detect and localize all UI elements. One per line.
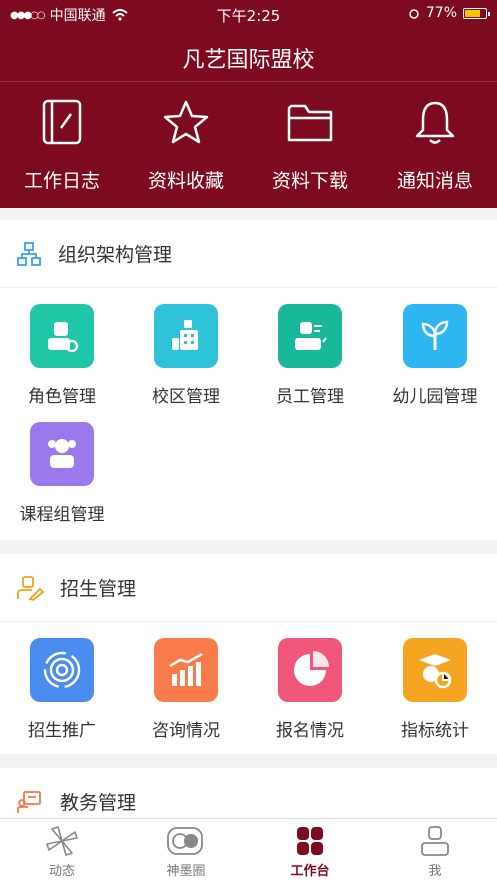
teaching-icon <box>17 790 41 813</box>
tile-role-management[interactable]: 角色管理 <box>0 304 124 407</box>
app-header: 凡艺国际盟校 工作日志 资料收藏 资料下载 通知消息 <box>0 28 497 208</box>
bar-trend-icon <box>154 638 218 702</box>
status-bar: ●●●○○ 中国联通 下午2:25 77% <box>0 0 497 28</box>
tile-employee-management[interactable]: 员工管理 <box>248 304 372 407</box>
tile-label: 角色管理 <box>28 387 96 407</box>
tile-registration-status[interactable]: 报名情况 <box>248 638 372 741</box>
tile-label: 招生推广 <box>28 721 96 741</box>
tile-consultation-status[interactable]: 咨询情况 <box>124 638 248 741</box>
section-title: 教务管理 <box>60 792 137 814</box>
quick-label: 资料收藏 <box>147 170 224 192</box>
section-title: 招生管理 <box>60 578 137 600</box>
tile-label: 幼儿园管理 <box>392 387 478 407</box>
circle-toggle-icon <box>167 827 203 855</box>
tile-indicator-statistics[interactable]: 指标统计 <box>373 638 497 741</box>
sprout-icon <box>403 304 467 368</box>
tab-label: 神墨圈 <box>166 864 206 879</box>
graduate-icon <box>403 638 467 702</box>
section-header: 招生管理 <box>0 554 497 622</box>
tile-label: 指标统计 <box>401 721 469 741</box>
tile-label: 校区管理 <box>152 387 220 407</box>
pie-icon <box>278 638 342 702</box>
role-icon <box>30 304 94 368</box>
profile-icon <box>421 826 449 856</box>
quick-label: 通知消息 <box>396 170 473 192</box>
folder-icon <box>287 104 333 142</box>
campus-icon <box>154 304 218 368</box>
tile-label: 员工管理 <box>276 387 344 407</box>
tab-feed[interactable]: 动态 <box>0 825 124 879</box>
page-title: 凡艺国际盟校 <box>182 48 315 73</box>
tile-enrollment-promotion[interactable]: 招生推广 <box>0 638 124 741</box>
tile-label: 课程组管理 <box>19 505 105 525</box>
tab-circle[interactable]: 神墨圈 <box>124 825 248 879</box>
course-group-icon <box>30 422 94 486</box>
tab-workbench[interactable]: 工作台 <box>248 825 372 879</box>
quick-label: 工作日志 <box>23 170 100 192</box>
quick-downloads[interactable]: 资料下载 <box>248 98 372 193</box>
battery-percent: 77% <box>425 5 457 21</box>
quick-label: 资料下载 <box>271 170 348 192</box>
org-chart-icon <box>17 241 41 266</box>
target-icon <box>30 638 94 702</box>
tab-label: 我 <box>428 864 442 879</box>
alarm-icon <box>409 9 419 19</box>
tile-campus-management[interactable]: 校区管理 <box>124 304 248 407</box>
quick-notifications[interactable]: 通知消息 <box>373 98 497 193</box>
tab-label: 工作台 <box>290 864 330 879</box>
tile-label: 咨询情况 <box>152 721 220 741</box>
battery-icon <box>463 7 490 19</box>
quick-work-log[interactable]: 工作日志 <box>0 98 124 193</box>
tab-me[interactable]: 我 <box>373 825 497 879</box>
section-title: 组织架构管理 <box>58 244 173 266</box>
tab-bar: 动态 神墨圈 工作台 我 <box>0 818 497 883</box>
tile-course-group-management[interactable]: 课程组管理 <box>0 422 124 525</box>
person-edit-icon <box>17 575 44 601</box>
quick-favorites[interactable]: 资料收藏 <box>124 98 248 193</box>
pinwheel-icon <box>46 826 78 856</box>
tile-label: 报名情况 <box>276 721 344 741</box>
tab-label: 动态 <box>48 864 75 879</box>
tile-kindergarten-management[interactable]: 幼儿园管理 <box>373 304 497 407</box>
employee-icon <box>278 304 342 368</box>
header-divider <box>0 81 497 82</box>
grid-icon <box>297 827 323 855</box>
section-header: 组织架构管理 <box>0 220 497 288</box>
section-enrollment: 招生管理 招生推广 咨询情况 报名情况 指标统计 <box>0 554 497 754</box>
section-org: 组织架构管理 角色管理 校区管理 员工管理 幼儿园管理 课程组管理 <box>0 220 497 540</box>
bell-icon <box>415 101 455 144</box>
notebook-icon <box>42 99 82 145</box>
star-icon <box>163 100 209 144</box>
